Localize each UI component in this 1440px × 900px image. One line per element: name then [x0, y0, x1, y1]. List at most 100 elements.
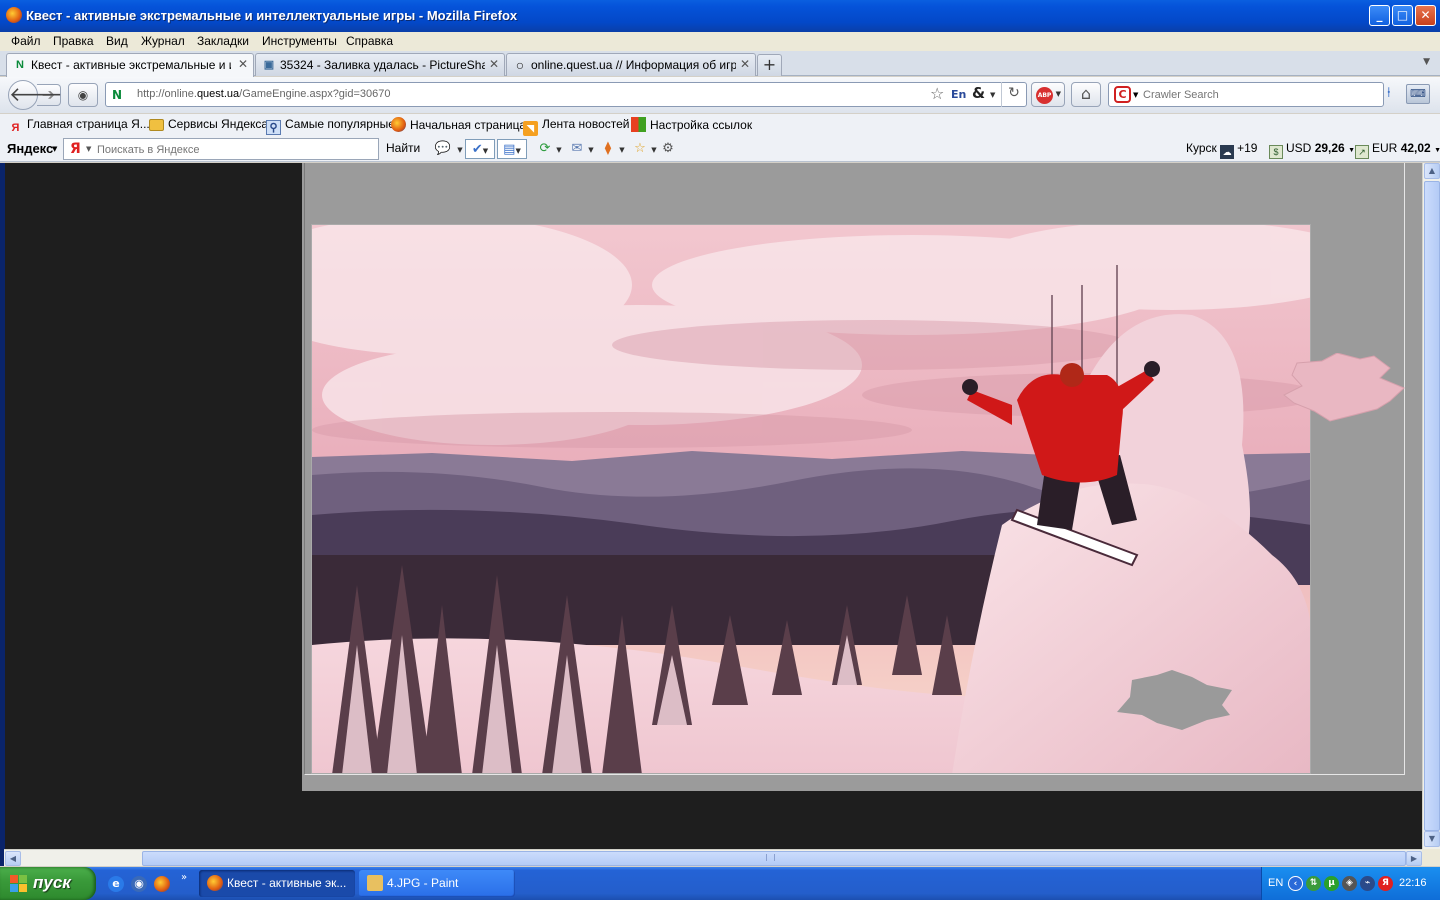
crawler-engine-icon[interactable]: C [1114, 86, 1131, 103]
menu-tools[interactable]: Инструменты [262, 34, 337, 48]
quicklaunch-more-icon[interactable]: » [181, 872, 187, 883]
system-tray: EN ‹ ⇅ µ ◈ ⌁ Я 22:16 [1261, 867, 1440, 900]
menu-view[interactable]: Вид [106, 34, 128, 48]
puzzle-photo[interactable] [311, 224, 1311, 774]
tab-quest-game[interactable]: N Квест - активные экстремальные и ин...… [6, 53, 254, 77]
bag-icon[interactable]: ⧫ [598, 139, 618, 159]
rss-icon: ◥ [523, 121, 538, 136]
bookmark-popular[interactable]: ⚲ Самые популярные [266, 117, 395, 135]
horizontal-scrollbar[interactable]: ◀ ▶ [4, 849, 1422, 866]
scroll-left-icon[interactable]: ◀ [5, 851, 21, 866]
media-player-icon[interactable]: ◉ [131, 876, 147, 892]
reload-button[interactable]: ↻ [1001, 82, 1026, 107]
search-go-icon[interactable]: ⍿ [1387, 85, 1391, 101]
url-bar[interactable]: N http://online.quest.ua/GameEngine.aspx… [105, 82, 1027, 107]
scroll-down-icon[interactable]: ▼ [1424, 831, 1440, 847]
weather-widget[interactable]: Курск ☁ +19 [1186, 141, 1257, 159]
yandex-icon: Я [70, 141, 81, 157]
taskbar-firefox-window[interactable]: Квест - активные эк... [199, 870, 355, 897]
scroll-up-icon[interactable]: ▲ [1424, 163, 1440, 179]
usd-rate-widget[interactable]: $ USD 29,26 ▼ [1269, 141, 1355, 159]
language-indicator[interactable]: EN [1268, 877, 1283, 889]
internet-explorer-icon[interactable]: e [108, 876, 124, 892]
tab-pictureshack[interactable]: ▣ 35324 - Заливка удалась - PictureShack… [255, 53, 505, 76]
yandex-search-input[interactable] [97, 142, 372, 157]
adblock-icon: ABP [1036, 87, 1053, 104]
loose-puzzle-piece[interactable] [1282, 353, 1407, 423]
network-icon[interactable]: ⇅ [1306, 876, 1321, 891]
security-icon[interactable]: ◈ [1342, 876, 1357, 891]
tray-arrow-icon[interactable]: ‹ [1288, 876, 1303, 891]
tab-close-icon[interactable]: ✕ [740, 57, 750, 71]
temperature: +19 [1237, 141, 1258, 155]
menu-help[interactable]: Справка [346, 34, 393, 48]
taskbar-paint-window[interactable]: 4.JPG - Paint [359, 870, 515, 897]
yandex-toolbar: Яндекс ▼ Я ▼ Найти 💬 ▼ ✔▼ ▤▼ ⟳ ▼ ✉ ▼ ⧫ ▼… [0, 136, 1440, 162]
bookmark-yandex-services[interactable]: Сервисы Яндекса [149, 117, 268, 131]
tab-quest-info[interactable]: ○ online.quest.ua // Информация об игре … [506, 53, 756, 76]
window-title: Квест - активные экстремальные и интелле… [26, 8, 518, 23]
search-bar[interactable]: C ▼ [1108, 82, 1384, 107]
page-viewport: ▲ ▼ [0, 163, 1440, 849]
tab-close-icon[interactable]: ✕ [489, 57, 499, 71]
url-dropdown-icon[interactable]: ▼ [990, 91, 995, 99]
spellcheck-icon[interactable]: ✔▼ [465, 139, 495, 159]
chevron-down-icon[interactable]: ▼ [585, 139, 597, 159]
yandex-find-button[interactable]: Найти [386, 141, 420, 155]
back-button[interactable]: 🡐 [8, 80, 63, 110]
chevron-down-icon[interactable]: ▼ [553, 139, 565, 159]
yandex-search-box[interactable]: Я ▼ [63, 138, 379, 160]
tab-close-icon[interactable]: ✕ [238, 57, 248, 71]
start-button[interactable]: пуск [0, 867, 96, 900]
chevron-down-icon[interactable]: ▼ [52, 145, 57, 153]
new-tab-button[interactable]: + [757, 54, 782, 76]
site-identity-icon[interactable]: N [112, 87, 128, 103]
chevron-down-icon[interactable]: ▼ [1133, 91, 1138, 99]
window-left-edge [0, 163, 5, 849]
menu-edit[interactable]: Правка [53, 34, 94, 48]
bar-refresh-icon[interactable]: ⟳ [535, 139, 555, 159]
menu-history[interactable]: Журнал [141, 34, 185, 48]
translate-page-icon[interactable]: ▤▼ [497, 139, 527, 159]
bookmark-link-settings[interactable]: Настройка ссылок [631, 117, 752, 132]
settings-gear-icon[interactable]: ⚙ [658, 139, 678, 159]
city-label: Курск [1186, 141, 1217, 155]
history-button[interactable]: ◉ [68, 83, 98, 107]
search-input[interactable] [1143, 86, 1378, 103]
translate-icon[interactable]: En [951, 88, 966, 101]
bookmark-start-page[interactable]: Начальная страница [391, 117, 526, 132]
mail-icon[interactable]: ✉ [567, 139, 587, 159]
chevron-down-icon[interactable]: ▼ [86, 145, 91, 153]
adblock-button[interactable]: ABP ▼ [1031, 82, 1065, 107]
speech-bubble-icon[interactable]: 💬 [433, 139, 453, 159]
vertical-scroll-thumb[interactable] [1424, 181, 1440, 831]
vertical-scrollbar[interactable]: ▲ ▼ [1422, 163, 1440, 849]
connection-icon[interactable]: ⌁ [1360, 876, 1375, 891]
chevron-down-icon[interactable]: ▼ [616, 139, 628, 159]
bookmark-star-icon[interactable]: ☆ [930, 84, 944, 103]
torrent-icon[interactable]: µ [1324, 876, 1339, 891]
virtual-keyboard-icon[interactable]: ⌨ [1406, 84, 1430, 104]
ampersand-icon[interactable]: & [972, 84, 985, 102]
yandex-icon: Я [11, 122, 20, 134]
home-button[interactable]: ⌂ [1071, 82, 1101, 107]
scroll-grip [766, 854, 775, 861]
yandex-logo[interactable]: Яндекс [7, 141, 53, 156]
clock[interactable]: 22:16 [1399, 877, 1427, 889]
firefox-icon[interactable] [154, 876, 170, 892]
tab-list-dropdown-icon[interactable]: ▼ [1423, 57, 1430, 67]
close-button[interactable]: ✕ [1415, 5, 1436, 26]
scroll-right-icon[interactable]: ▶ [1406, 851, 1422, 866]
bookmark-yandex-home[interactable]: Я Главная страница Я... [8, 117, 150, 136]
pictureshack-icon: ▣ [263, 59, 275, 71]
minimize-button[interactable]: _ [1369, 5, 1390, 26]
eur-rate-widget[interactable]: ↗ EUR 42,02 ▼ [1355, 141, 1440, 159]
url-text[interactable]: http://online.quest.ua/GameEngine.aspx?g… [137, 88, 391, 100]
maximize-button[interactable]: □ [1392, 5, 1413, 26]
snowboarder-photo [312, 225, 1310, 773]
star-add-icon[interactable]: ☆ [630, 139, 650, 159]
menu-bookmarks[interactable]: Закладки [197, 34, 249, 48]
bookmark-news-feed[interactable]: ◥ Лента новостей [523, 117, 630, 136]
yandex-tray-icon[interactable]: Я [1378, 876, 1393, 891]
menu-file[interactable]: Файл [11, 34, 41, 48]
